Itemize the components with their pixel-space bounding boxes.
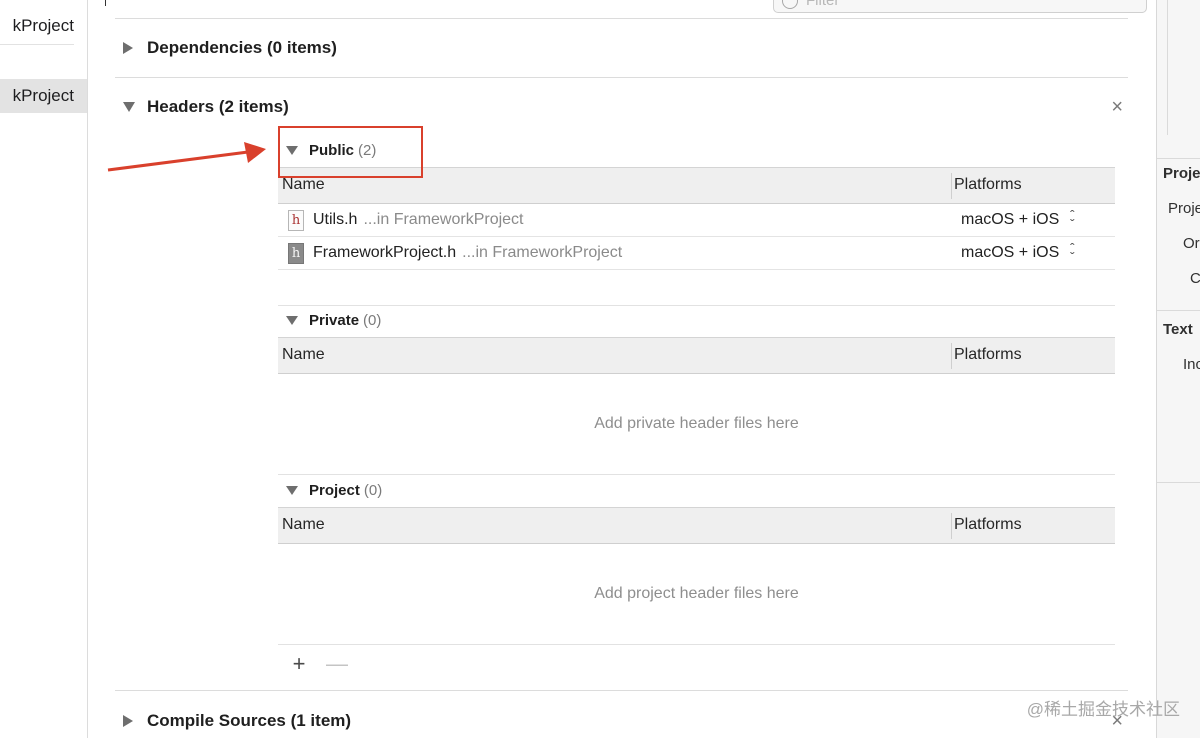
column-name[interactable]: Name (282, 346, 325, 364)
annotation-highlight-box (278, 126, 423, 178)
section-divider (278, 305, 1115, 306)
platforms-popup[interactable]: macOS + iOS (961, 211, 1059, 229)
inspector-divider (1157, 482, 1200, 483)
column-name[interactable]: Name (282, 176, 325, 194)
file-name-text: Utils.h (313, 211, 358, 228)
file-name: Utils.h ...in FrameworkProject (313, 211, 524, 229)
inspector-field-label: Or (1183, 235, 1200, 252)
disclosure-expanded-icon[interactable] (286, 315, 298, 325)
phase-compile-sources[interactable]: Compile Sources (1 item) (123, 708, 351, 734)
watermark-text: @稀土掘金技术社区 (1026, 700, 1180, 719)
chevron-updown-icon[interactable]: ˆˇ (1070, 208, 1075, 231)
text-caret (105, 0, 106, 6)
inspector-divider (1167, 0, 1168, 135)
table-header: Name Platforms (278, 507, 1115, 544)
inspector-divider (1157, 158, 1200, 159)
column-platforms[interactable]: Platforms (954, 176, 1022, 194)
file-location: ...in FrameworkProject (363, 211, 524, 228)
table-row[interactable]: h Utils.h ...in FrameworkProject macOS + … (278, 204, 1115, 237)
remove-button[interactable]: — (326, 651, 348, 677)
sidebar-item-target-selected[interactable]: kProject (0, 79, 87, 113)
disclosure-expanded-icon[interactable] (123, 102, 135, 112)
file-location: ...in FrameworkProject (462, 244, 623, 261)
filter-icon (782, 0, 798, 9)
phase-headers[interactable]: Headers (2 items) (123, 94, 289, 120)
phase-divider (115, 18, 1128, 19)
column-platforms[interactable]: Platforms (954, 346, 1022, 364)
project-navigator: kProject kProject (0, 0, 88, 738)
file-name-text: FrameworkProject.h (313, 244, 457, 261)
sidebar-divider (0, 44, 74, 45)
section-count: (0) (363, 481, 383, 499)
inspector-section-title: Proje (1163, 165, 1200, 182)
disclosure-collapsed-icon[interactable] (123, 42, 133, 54)
phase-dependencies[interactable]: Dependencies (0 items) (123, 35, 337, 61)
column-divider[interactable] (951, 513, 952, 539)
phase-title: Headers (2 items) (147, 97, 289, 116)
header-file-icon: h (288, 243, 304, 264)
section-project[interactable]: Project (0) (286, 478, 382, 502)
phase-title: Dependencies (0 items) (147, 38, 337, 57)
inspector-field-label: Proje (1168, 200, 1200, 217)
table-header: Name Platforms (278, 337, 1115, 374)
disclosure-expanded-icon[interactable] (286, 485, 298, 495)
chevron-updown-icon[interactable]: ˆˇ (1070, 241, 1075, 264)
phase-title: Compile Sources (1 item) (147, 711, 352, 730)
column-divider[interactable] (951, 343, 952, 369)
phase-divider (115, 77, 1128, 78)
header-file-icon: h (288, 210, 304, 231)
platforms-popup[interactable]: macOS + iOS (961, 244, 1059, 262)
column-divider[interactable] (951, 173, 952, 199)
file-name: FrameworkProject.h ...in FrameworkProject (313, 244, 622, 262)
filter-field[interactable]: Filter (773, 0, 1147, 13)
inspector-divider (1157, 310, 1200, 311)
column-name[interactable]: Name (282, 516, 325, 534)
empty-placeholder: Add private header files here (594, 415, 799, 432)
add-button[interactable]: + (288, 651, 310, 677)
inspector-field-label: Inc (1183, 356, 1200, 373)
section-title: Private (309, 311, 360, 329)
phase-divider (115, 690, 1128, 691)
column-platforms[interactable]: Platforms (954, 516, 1022, 534)
section-divider (278, 474, 1115, 475)
empty-placeholder: Add project header files here (594, 585, 799, 602)
sidebar-item-project[interactable]: kProject (0, 9, 87, 43)
table-row[interactable]: h FrameworkProject.h ...in FrameworkProje… (278, 237, 1115, 270)
inspector-pane: Proje Proje Or C Text Inc (1156, 0, 1200, 738)
section-divider (278, 644, 1115, 645)
inspector-field-label: C (1190, 270, 1200, 287)
add-remove-controls: + — (288, 651, 348, 677)
section-title: Project (309, 481, 360, 499)
disclosure-collapsed-icon[interactable] (123, 715, 133, 727)
section-private[interactable]: Private (0) (286, 308, 381, 332)
remove-phase-button[interactable]: × (1111, 97, 1123, 117)
build-phases-editor: Filter Dependencies (0 items) Headers (2… (89, 0, 1155, 738)
inspector-section-title: Text (1163, 321, 1193, 338)
section-count: (0) (363, 311, 382, 329)
filter-placeholder: Filter (806, 0, 840, 9)
